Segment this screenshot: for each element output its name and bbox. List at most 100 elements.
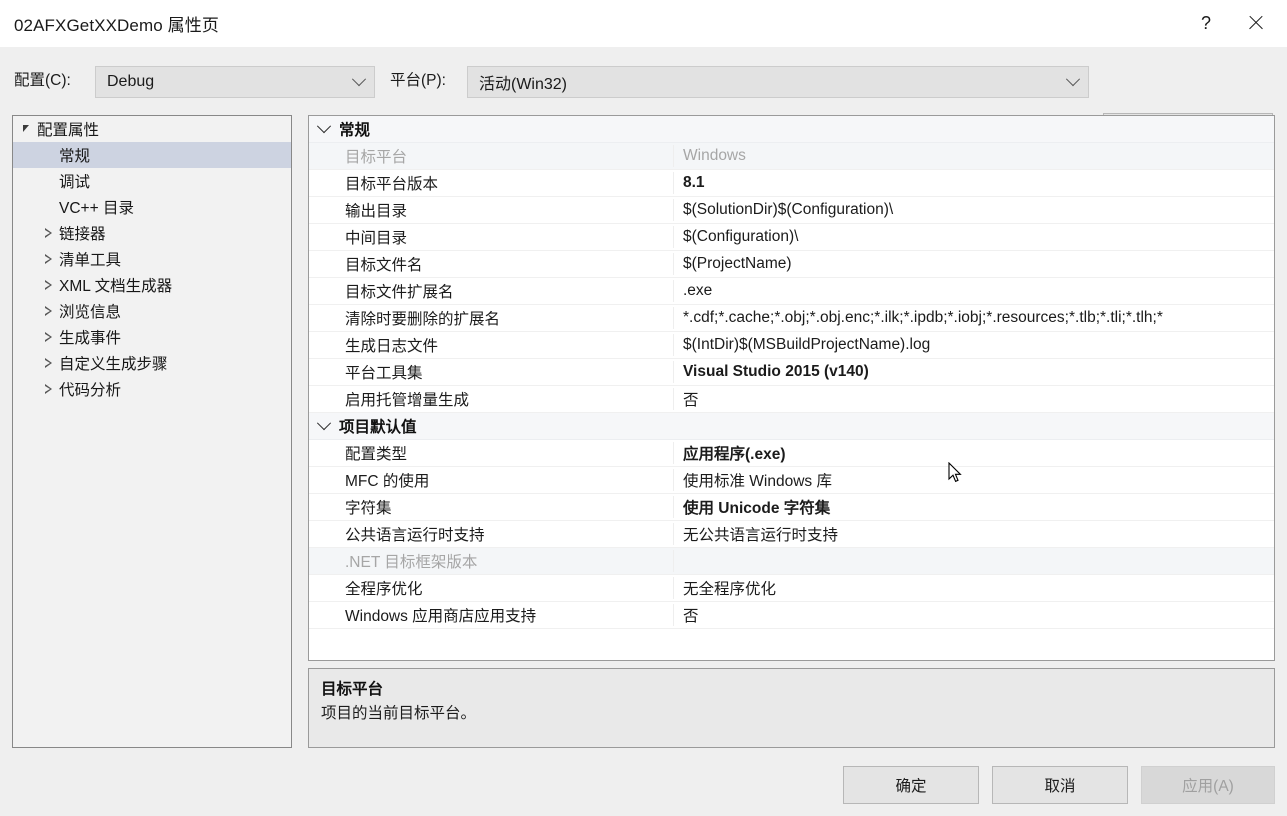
triangle-down-icon — [23, 124, 29, 132]
property-row[interactable]: 目标文件名 $(ProjectName) — [309, 251, 1274, 278]
property-value[interactable]: *.cdf;*.cache;*.obj;*.obj.enc;*.ilk;*.ip… — [674, 309, 1274, 327]
triangle-right-icon — [44, 254, 52, 264]
chevron-down-icon[interactable] — [309, 119, 339, 134]
property-row[interactable]: 目标平台 Windows — [309, 143, 1274, 170]
triangle-collapsed-icon — [39, 332, 57, 342]
platform-dropdown[interactable]: 活动(Win32) — [467, 66, 1089, 98]
property-name: 生成日志文件 — [309, 334, 674, 356]
property-value[interactable]: $(Configuration)\ — [674, 228, 1274, 246]
tree-item-label: XML 文档生成器 — [59, 278, 173, 295]
property-row[interactable]: 中间目录 $(Configuration)\ — [309, 224, 1274, 251]
property-value[interactable]: $(IntDir)$(MSBuildProjectName).log — [674, 336, 1274, 354]
tree-item-label: 自定义生成步骤 — [59, 356, 168, 373]
close-icon — [1247, 14, 1265, 32]
property-row[interactable]: 生成日志文件 $(IntDir)$(MSBuildProjectName).log — [309, 332, 1274, 359]
configuration-bar: 配置(C): Debug 平台(P): 活动(Win32) 配置管理器(O)..… — [0, 47, 1287, 146]
tree-item-1[interactable]: 常规 — [13, 142, 291, 168]
property-value[interactable]: Windows — [674, 147, 1274, 165]
triangle-collapsed-icon — [39, 254, 57, 264]
platform-value: 活动(Win32) — [479, 76, 568, 93]
description-title: 目标平台 — [321, 681, 384, 698]
property-row[interactable]: 输出目录 $(SolutionDir)$(Configuration)\ — [309, 197, 1274, 224]
ok-button[interactable]: 确定 — [843, 766, 979, 804]
tree-item-9[interactable]: 自定义生成步骤 — [13, 350, 291, 376]
property-value[interactable]: 8.1 — [674, 174, 1274, 192]
property-value[interactable]: 否 — [674, 604, 1274, 626]
property-row[interactable]: Windows 应用商店应用支持否 — [309, 602, 1274, 629]
configuration-dropdown[interactable]: Debug — [95, 66, 375, 98]
cancel-button[interactable]: 取消 — [992, 766, 1128, 804]
triangle-right-icon — [44, 332, 52, 342]
property-value[interactable]: 无全程序优化 — [674, 577, 1274, 599]
description-panel: 目标平台 项目的当前目标平台。 — [308, 668, 1275, 748]
property-value[interactable]: .exe — [674, 282, 1274, 300]
property-name: 目标平台版本 — [309, 172, 674, 194]
property-grid: 常规 目标平台 Windows 目标平台版本 8.1 输出目录 $(SolutionDir)… — [309, 116, 1274, 660]
tree-item-10[interactable]: 代码分析 — [13, 376, 291, 402]
tree-item-label: 清单工具 — [59, 252, 122, 269]
apply-button: 应用(A) — [1141, 766, 1275, 804]
property-value[interactable]: Visual Studio 2015 (v140) — [674, 363, 1274, 381]
description-body: 项目的当前目标平台。 — [321, 705, 477, 722]
tree-item-3[interactable]: VC++ 目录 — [13, 194, 291, 220]
property-row[interactable]: 清除时要删除的扩展名 *.cdf;*.cache;*.obj;*.obj.enc;… — [309, 305, 1274, 332]
chevron-down-icon[interactable] — [309, 416, 339, 431]
property-value[interactable]: $(SolutionDir)$(Configuration)\ — [674, 201, 1274, 219]
configuration-tree: 配置属性常规 调试 VC++ 目录链接器清单工具 XML 文档生成器 浏览信息生成事件自… — [13, 116, 291, 402]
property-name: 启用托管增量生成 — [309, 388, 674, 410]
property-row[interactable]: 全程序优化 无全程序优化 — [309, 575, 1274, 602]
triangle-expanded-icon — [17, 124, 35, 132]
property-row[interactable]: 目标文件扩展名 .exe — [309, 278, 1274, 305]
tree-item-label: 链接器 — [59, 226, 106, 243]
grid-section-header[interactable]: 项目默认值 — [309, 413, 1274, 440]
property-value[interactable]: 否 — [674, 388, 1274, 410]
property-name: 全程序优化 — [309, 577, 674, 599]
triangle-collapsed-icon — [39, 280, 57, 290]
tree-item-6[interactable]: XML 文档生成器 — [13, 272, 291, 298]
property-name: 目标平台 — [309, 145, 674, 167]
tree-item-label: 浏览信息 — [59, 304, 122, 321]
property-value[interactable]: 无公共语言运行时支持 — [674, 523, 1274, 545]
property-name: 配置类型 — [309, 442, 674, 464]
property-name: Windows 应用商店应用支持 — [309, 604, 674, 626]
property-name: 目标文件名 — [309, 253, 674, 275]
property-value[interactable]: $(ProjectName) — [674, 255, 1274, 273]
property-name: 公共语言运行时支持 — [309, 523, 674, 545]
title-bar: 02AFXGetXXDemo 属性页 ? — [0, 0, 1287, 47]
property-row[interactable]: 平台工具集 Visual Studio 2015 (v140) — [309, 359, 1274, 386]
property-row[interactable]: 字符集 使用 Unicode 字符集 — [309, 494, 1274, 521]
property-name: 字符集 — [309, 496, 674, 518]
property-row[interactable]: .NET 目标框架版本 — [309, 548, 1274, 575]
tree-item-4[interactable]: 链接器 — [13, 220, 291, 246]
property-value[interactable]: 使用标准 Windows 库 — [674, 469, 1274, 491]
tree-item-0[interactable]: 配置属性 — [13, 116, 291, 142]
property-row[interactable]: 目标平台版本 8.1 — [309, 170, 1274, 197]
property-row[interactable]: 配置类型 应用程序(.exe) — [309, 440, 1274, 467]
triangle-right-icon — [44, 280, 52, 290]
property-name: .NET 目标框架版本 — [309, 550, 674, 572]
tree-item-7[interactable]: 浏览信息 — [13, 298, 291, 324]
configuration-tree-panel: 配置属性常规 调试 VC++ 目录链接器清单工具 XML 文档生成器 浏览信息生成事件自… — [12, 115, 292, 748]
property-row[interactable]: 公共语言运行时支持 无公共语言运行时支持 — [309, 521, 1274, 548]
window-title: 02AFXGetXXDemo 属性页 — [14, 16, 219, 35]
close-button[interactable] — [1233, 0, 1279, 46]
property-row[interactable]: MFC 的使用 使用标准 Windows 库 — [309, 467, 1274, 494]
chevron-down-icon — [344, 72, 374, 87]
property-grid-panel: 常规 目标平台 Windows 目标平台版本 8.1 输出目录 $(SolutionDir)… — [308, 115, 1275, 661]
triangle-collapsed-icon — [39, 384, 57, 394]
tree-item-5[interactable]: 清单工具 — [13, 246, 291, 272]
grid-section-header[interactable]: 常规 — [309, 116, 1274, 143]
property-value[interactable]: 使用 Unicode 字符集 — [674, 496, 1274, 518]
triangle-collapsed-icon — [39, 228, 57, 238]
tree-item-label: 配置属性 — [37, 122, 100, 139]
property-row[interactable]: 启用托管增量生成否 — [309, 386, 1274, 413]
property-name: 清除时要删除的扩展名 — [309, 307, 674, 329]
tree-item-8[interactable]: 生成事件 — [13, 324, 291, 350]
tree-item-2[interactable]: 调试 — [13, 168, 291, 194]
configuration-label: 配置(C): — [14, 72, 71, 89]
triangle-collapsed-icon — [39, 306, 57, 316]
triangle-right-icon — [44, 358, 52, 368]
property-value[interactable]: 应用程序(.exe) — [674, 442, 1274, 464]
question-mark-icon: ? — [1200, 13, 1211, 33]
help-button[interactable]: ? — [1183, 0, 1229, 46]
